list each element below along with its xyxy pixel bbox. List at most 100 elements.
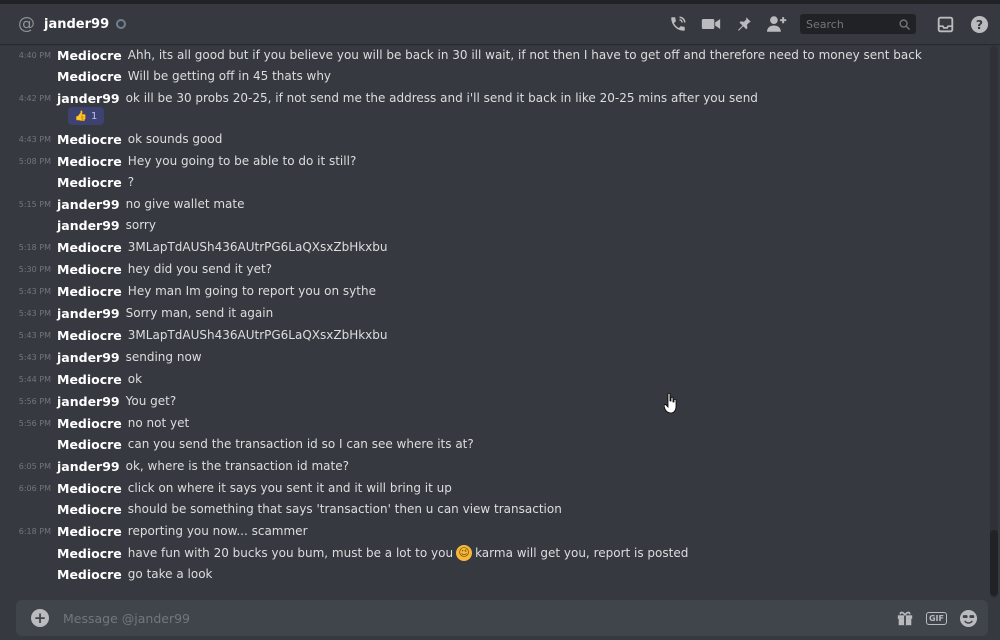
gif-icon[interactable]: GIF bbox=[925, 611, 947, 625]
message-timestamp: 5:43 PM bbox=[18, 352, 51, 362]
message-text: sorry bbox=[125, 218, 156, 232]
scrollbar-thumb[interactable] bbox=[990, 530, 998, 596]
message-row[interactable]: Mediocre? bbox=[0, 171, 134, 193]
plus-circle-icon[interactable]: + bbox=[31, 609, 49, 627]
message-row[interactable]: 5:30 PM Mediocre hey did you send it yet? bbox=[0, 258, 272, 280]
message-author[interactable]: jander99 bbox=[57, 197, 120, 212]
message-row[interactable]: Mediocre go take a look bbox=[0, 563, 212, 585]
message-row[interactable]: 4:42 PM jander99 ok ill be 30 probs 20-25,… bbox=[0, 87, 758, 109]
message-text: hey did you send it yet? bbox=[127, 262, 273, 276]
phone-call-icon[interactable] bbox=[667, 13, 689, 35]
message-row[interactable]: 5:43 PM Mediocre Hey man Im going to repor… bbox=[0, 280, 376, 302]
message-row[interactable]: 6:05 PM jander99 ok, where is the transact… bbox=[0, 455, 349, 477]
message-text: go take a look bbox=[127, 567, 213, 581]
search-icon bbox=[899, 18, 910, 30]
message-composer: + GIF bbox=[16, 599, 988, 637]
message-author[interactable]: Mediocre bbox=[57, 372, 122, 387]
offline-status-icon bbox=[116, 19, 127, 29]
message-text: Will be getting off in 45 thats why bbox=[127, 69, 332, 83]
channel-header: @ jander99 Search ? bbox=[0, 0, 1000, 44]
message-author[interactable]: Mediocre bbox=[57, 481, 122, 496]
reaction-thumbs-up[interactable]: 👍 1 bbox=[68, 107, 104, 125]
message-author[interactable]: Mediocre bbox=[57, 328, 122, 343]
message-author[interactable]: jander99 bbox=[57, 306, 120, 321]
at-icon: @ bbox=[18, 14, 35, 34]
message-author[interactable]: Mediocre bbox=[57, 69, 122, 84]
message-text: click on where it says you sent it and i… bbox=[127, 481, 452, 495]
reaction-count: 1 bbox=[91, 110, 98, 122]
message-author[interactable]: Mediocre bbox=[57, 240, 122, 255]
message-row[interactable]: 5:43 PM Mediocre 3MLapTdAUSh436AUtrPG6LaQX… bbox=[0, 324, 388, 346]
message-author[interactable]: Mediocre bbox=[57, 437, 122, 452]
emoji-icon[interactable] bbox=[959, 609, 978, 628]
search-bar[interactable]: Search bbox=[800, 14, 916, 34]
message-author[interactable]: Mediocre bbox=[57, 284, 122, 299]
message-row[interactable]: 5:43 PM jander99 sending now bbox=[0, 346, 202, 368]
dm-username[interactable]: jander99 bbox=[44, 17, 109, 32]
pin-icon[interactable] bbox=[733, 13, 755, 35]
message-timestamp: 5:43 PM bbox=[18, 308, 51, 318]
message-row[interactable]: 5:44 PM Mediocre ok bbox=[0, 368, 142, 390]
message-text: have fun with 20 bucks you bum, must be … bbox=[127, 546, 454, 560]
message-timestamp: 5:15 PM bbox=[18, 199, 51, 209]
message-author[interactable]: Mediocre bbox=[57, 416, 122, 431]
add-member-icon[interactable] bbox=[766, 13, 788, 35]
message-timestamp: 6:05 PM bbox=[18, 461, 51, 471]
message-author[interactable]: jander99 bbox=[57, 91, 120, 106]
gift-icon[interactable] bbox=[896, 609, 914, 627]
help-icon[interactable]: ? bbox=[968, 13, 990, 35]
message-author[interactable]: Mediocre bbox=[57, 132, 122, 147]
message-author[interactable]: Mediocre bbox=[57, 175, 122, 190]
wink-emoji-icon: 😉 bbox=[456, 545, 473, 561]
message-timestamp: 5:08 PM bbox=[18, 156, 51, 166]
message-author[interactable]: Mediocre bbox=[57, 502, 122, 517]
message-row[interactable]: 5:18 PM Mediocre 3MLapTdAUSh436AUtrPG6LaQX… bbox=[0, 236, 388, 258]
message-row[interactable]: 5:08 PM Mediocre Hey you going to be able … bbox=[0, 150, 357, 172]
message-author[interactable]: jander99 bbox=[57, 350, 120, 365]
message-text: Hey man Im going to report you on sythe bbox=[127, 284, 376, 298]
message-author[interactable]: Mediocre bbox=[57, 524, 122, 539]
video-icon[interactable] bbox=[700, 13, 722, 35]
message-timestamp: 6:18 PM bbox=[18, 526, 51, 536]
message-row[interactable]: 5:56 PM Mediocre no not yet bbox=[0, 412, 189, 434]
message-text: should be something that says 'transacti… bbox=[127, 502, 562, 516]
message-author[interactable]: Mediocre bbox=[57, 262, 122, 277]
message-row[interactable]: Mediocre have fun with 20 bucks you bum, … bbox=[0, 542, 688, 564]
search-input[interactable]: Search bbox=[806, 18, 899, 31]
message-author[interactable]: jander99 bbox=[57, 459, 120, 474]
message-row[interactable]: 5:56 PM jander99 You get? bbox=[0, 390, 176, 412]
message-text: Sorry man, send it again bbox=[125, 306, 274, 320]
message-author[interactable]: Mediocre bbox=[57, 567, 122, 582]
message-text: no give wallet mate bbox=[125, 197, 245, 211]
message-row[interactable]: 6:18 PM Mediocre reporting you now... scam… bbox=[0, 520, 308, 542]
message-row[interactable]: Mediocre Will be getting off in 45 thats … bbox=[0, 65, 331, 87]
message-text: 3MLapTdAUSh436AUtrPG6LaQXsxZbHkxbu bbox=[127, 328, 388, 342]
message-row[interactable]: 4:43 PM Mediocre ok sounds good bbox=[0, 128, 223, 150]
message-row[interactable]: 4:40 PM Mediocre Ahh, its all good but if … bbox=[0, 44, 922, 66]
message-row[interactable]: Mediocre can you send the transaction id … bbox=[0, 433, 474, 455]
reaction-emoji: 👍 bbox=[74, 110, 88, 122]
inbox-icon[interactable] bbox=[934, 13, 956, 35]
message-row[interactable]: Mediocre should be something that says 't… bbox=[0, 498, 562, 520]
message-row[interactable]: 5:15 PM jander99 no give wallet mate bbox=[0, 193, 245, 215]
message-author[interactable]: jander99 bbox=[57, 218, 120, 233]
message-text: ok bbox=[127, 372, 143, 386]
message-author[interactable]: Mediocre bbox=[57, 546, 122, 561]
message-text: You get? bbox=[125, 394, 177, 408]
message-text: ok ill be 30 probs 20-25, if not send me… bbox=[125, 91, 758, 105]
message-author[interactable]: jander99 bbox=[57, 394, 120, 409]
scrollbar-track[interactable] bbox=[990, 46, 998, 598]
message-list[interactable]: 4:40 PM Mediocre Ahh, its all good but if … bbox=[0, 44, 990, 600]
message-text: ok, where is the transaction id mate? bbox=[125, 459, 349, 473]
message-text: reporting you now... scammer bbox=[127, 524, 308, 538]
message-author[interactable]: Mediocre bbox=[57, 48, 122, 63]
message-author[interactable]: Mediocre bbox=[57, 154, 122, 169]
message-timestamp: 5:56 PM bbox=[18, 396, 51, 406]
message-timestamp: 5:30 PM bbox=[18, 264, 51, 274]
message-input[interactable] bbox=[61, 599, 884, 637]
message-row[interactable]: 6:06 PM Mediocre click on where it says yo… bbox=[0, 477, 452, 499]
message-text-continued: karma will get you, report is posted bbox=[475, 546, 689, 560]
message-row[interactable]: 5:43 PM jander99 Sorry man, send it again bbox=[0, 302, 273, 324]
message-timestamp: 6:06 PM bbox=[18, 483, 51, 493]
message-row[interactable]: jander99 sorry bbox=[0, 214, 156, 236]
